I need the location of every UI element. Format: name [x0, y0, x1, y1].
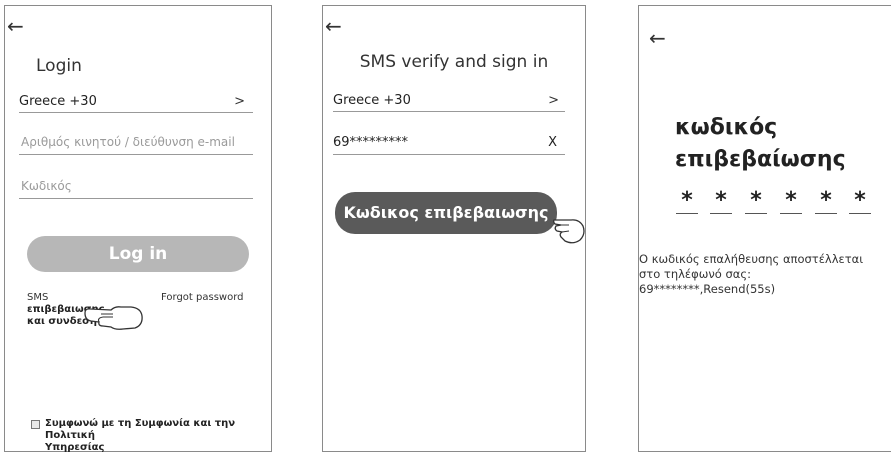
pointing-hand-icon	[553, 219, 585, 244]
agreement-line1: Συμφωνώ με τη Συμφωνία και την Πολιτική	[45, 418, 236, 441]
back-arrow-icon[interactable]: ←	[649, 28, 666, 48]
agreement-text: Συμφωνώ με τη Συμφωνία και την Πολιτική …	[45, 418, 267, 454]
page-title: κωδικός επιβεβαίωσης	[675, 112, 846, 176]
clear-icon[interactable]: X	[548, 135, 557, 150]
title-line1: κωδικός	[675, 115, 778, 140]
code-digit: *	[710, 188, 732, 214]
code-digit: *	[780, 188, 802, 214]
back-arrow-icon[interactable]: ←	[325, 16, 342, 36]
page-title: Login	[36, 56, 82, 76]
country-label: Greece +30	[19, 94, 97, 109]
chevron-right-icon: >	[234, 94, 245, 109]
resend-link[interactable]: 69********,Resend(55s)	[639, 282, 891, 297]
code-digit: *	[849, 188, 871, 214]
phone-input[interactable]: 69********* X	[333, 130, 565, 155]
phone-value: 69*********	[333, 135, 409, 150]
page-title: SMS verify and sign in	[359, 52, 549, 72]
country-label: Greece +30	[333, 93, 411, 108]
phone-email-input[interactable]: Αριθμός κινητού / διεύθυνση e-mail	[19, 130, 253, 155]
back-arrow-icon[interactable]: ←	[7, 16, 24, 36]
title-line2: επιβεβαίωσης	[675, 147, 846, 172]
get-code-button[interactable]: Κωδικος επιβεβαιωσης	[335, 192, 557, 234]
country-selector[interactable]: Greece +30 >	[333, 89, 565, 112]
phone-email-placeholder: Αριθμός κινητού / διεύθυνση e-mail	[21, 135, 235, 149]
forgot-password-link[interactable]: Forgot password	[161, 292, 244, 304]
agree-checkbox[interactable]	[31, 420, 40, 429]
country-selector[interactable]: Greece +30 >	[19, 90, 253, 113]
pointing-hand-icon	[84, 306, 143, 330]
login-button[interactable]: Log in	[27, 236, 249, 272]
code-digit: *	[815, 188, 837, 214]
info-line2: στο τηλέφωνό σας:	[639, 267, 751, 281]
password-input[interactable]: Κωδικός	[19, 174, 253, 199]
password-placeholder: Κωδικός	[21, 179, 72, 193]
verification-code-screen: ← κωδικός επιβεβαίωσης * * * * * * Ο κωδ…	[638, 5, 891, 452]
chevron-right-icon: >	[548, 93, 559, 108]
info-line1: Ο κωδικός επαλήθευσης αποστέλλεται	[639, 252, 864, 266]
code-digit: *	[676, 188, 698, 214]
code-digit: *	[745, 188, 767, 214]
agreement-line2: Υπηρεσίας	[45, 442, 105, 453]
login-screen: ← Login Greece +30 > Αριθμός κινητού / δ…	[4, 5, 272, 454]
verification-info: Ο κωδικός επαλήθευσης αποστέλλεται στο τ…	[639, 252, 891, 297]
code-input[interactable]: * * * * * *	[676, 188, 886, 220]
sms-verify-screen: ← SMS verify and sign in Greece +30 > 69…	[322, 5, 586, 452]
